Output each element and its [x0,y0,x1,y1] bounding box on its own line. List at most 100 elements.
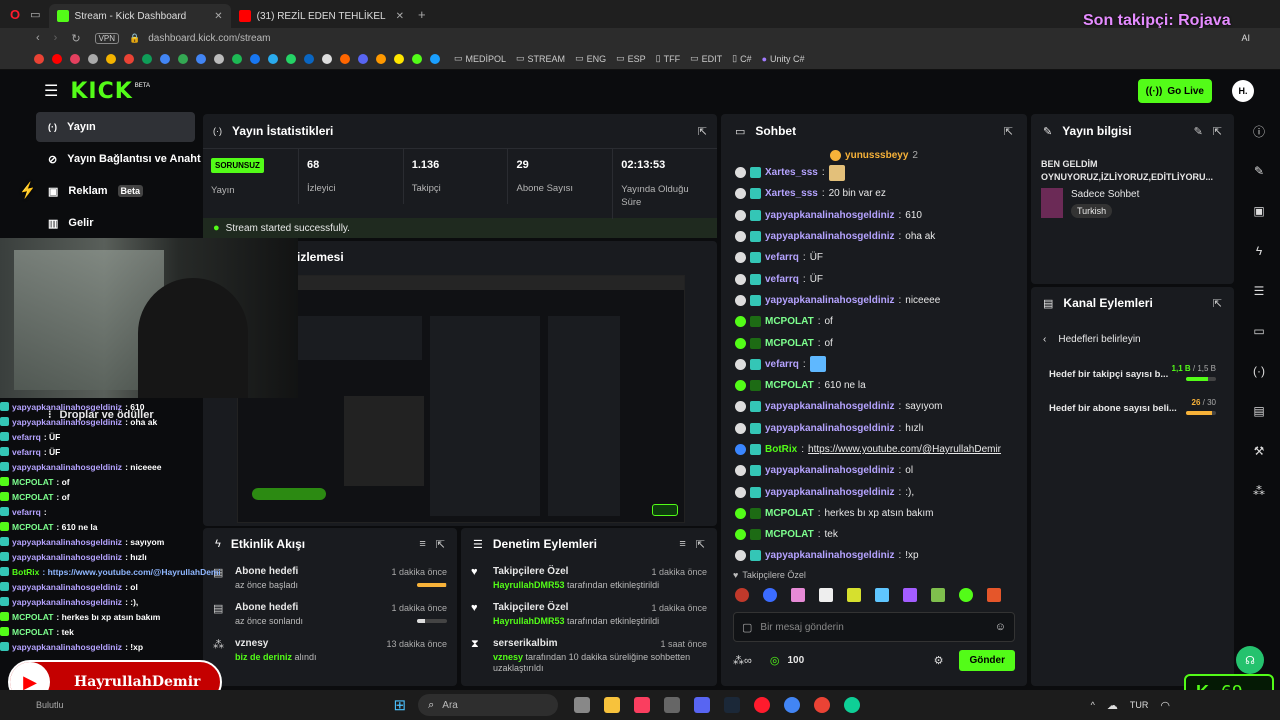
chat-username[interactable]: MCPOLAT [765,508,814,519]
activity-settings-icon[interactable]: ⁂∞ [733,654,752,667]
emote-icon[interactable] [763,588,777,602]
steam-icon[interactable] [724,697,741,713]
instagram-icon[interactable] [70,53,80,64]
task-view-icon[interactable] [574,697,591,713]
tab-list-icon[interactable]: ▭ [30,8,40,21]
emoji-icon[interactable]: ☺ [995,621,1006,633]
chat-username[interactable]: yapyapkanalinahosgeldiniz [765,465,894,476]
edit-icon[interactable]: ✎ [1194,125,1203,138]
emote-icon[interactable] [791,588,805,602]
activity-icon[interactable]: ⁂ [1246,478,1272,504]
send-button[interactable]: Gönder [959,649,1015,671]
category-name[interactable]: Sadece Sohbet [1071,189,1139,200]
stats-icon[interactable]: ▣ [1246,198,1272,224]
tab-youtube[interactable]: (31) REZİL EDEN TEHLİKEL ✕ [231,4,412,28]
discord-icon[interactable] [694,697,711,713]
music-icon[interactable] [634,697,651,713]
chat-username[interactable]: Xartes_sss [765,188,818,199]
drive-icon[interactable] [142,53,152,64]
emote-icon[interactable] [959,588,973,602]
bookmark-icon[interactable] [196,53,206,64]
discord-icon[interactable] [358,53,368,64]
bookmark-icon[interactable] [340,53,350,64]
whatsapp-icon[interactable] [286,53,296,64]
wrench-icon[interactable]: ⚒ [1246,438,1272,464]
back-icon[interactable]: ‹ [36,32,40,44]
sidebar-item-stream[interactable]: (·) Yayın [36,112,195,142]
filter-icon[interactable]: ≡ [419,538,425,550]
close-icon[interactable]: ✕ [214,11,222,22]
bookmark-esp[interactable]: ▭ ESP [616,53,646,64]
url-text[interactable]: dashboard.kick.com/stream [148,33,270,44]
telegram-icon[interactable] [268,53,278,64]
bookmark-stream[interactable]: ▭ STREAM [516,53,565,64]
popout-icon[interactable]: ⇱ [1213,125,1222,138]
go-live-button[interactable]: ((·)) Go Live [1137,79,1212,103]
emote-icon[interactable] [903,588,917,602]
chat-username[interactable]: vefarrq [765,359,799,370]
bookmark-unity[interactable]: ● Unity C# [762,54,805,64]
gemini-icon[interactable] [160,53,170,64]
chat-username[interactable]: MCPOLAT [765,338,814,349]
wifi-icon[interactable]: ◠ [1160,699,1170,712]
avatar[interactable]: H. [1232,80,1254,102]
filter-icon[interactable]: ≡ [679,538,685,550]
bookmark-icon[interactable] [322,53,332,64]
bookmark-tff[interactable]: ▯ TFF [656,53,680,64]
bookmark-icon[interactable] [178,53,188,64]
chat-username[interactable]: vefarrq [765,274,799,285]
emote-icon[interactable] [987,588,1001,602]
bookmark-icon[interactable] [214,53,224,64]
goal-subscribers[interactable]: Hedef bir abone sayısı beli... 26 / 30 [1031,393,1234,423]
chat-username[interactable]: vefarrq [765,252,799,263]
emote-icon[interactable] [875,588,889,602]
list-icon[interactable]: ☰ [1246,278,1272,304]
facebook-icon[interactable] [250,53,260,64]
kick-logo[interactable]: KICK [70,79,132,104]
opera-icon[interactable] [754,697,771,713]
popout-icon[interactable]: ⇱ [1213,297,1222,310]
menu-icon[interactable]: ☰ [44,81,58,101]
bookmark-csharp[interactable]: ▯ C# [732,53,751,64]
settings-icon[interactable]: ⚙ [934,654,944,667]
reload-icon[interactable]: ↻ [71,32,80,45]
chat-username[interactable]: yapyapkanalinahosgeldiniz [765,487,894,498]
chat-username[interactable]: yapyapkanalinahosgeldiniz [765,401,894,412]
emote-icon[interactable] [847,588,861,602]
steam-icon[interactable] [430,53,440,64]
explorer-icon[interactable] [604,697,621,713]
forward-icon[interactable]: › [54,32,58,44]
emote-icon[interactable] [819,588,833,602]
lightning-icon[interactable]: ϟ [1246,238,1272,264]
goals-back[interactable]: ‹ Hedefleri belirleyin [1031,319,1234,359]
goal-followers[interactable]: Hedef bir takipçi sayısı b... 1,1 B / 1,… [1031,359,1234,389]
pinned-user[interactable]: yunusssbeyy [845,150,908,161]
kick-icon[interactable] [412,53,422,64]
bookmark-medipol[interactable]: ▭ MEDİPOL [454,53,506,64]
info-icon[interactable]: ⓘ [1246,118,1272,144]
points-value[interactable]: 100 [787,655,804,666]
chat-input-box[interactable]: ▢ Bir mesaj gönderin ☺ [733,612,1015,642]
language-indicator[interactable]: TUR [1130,700,1149,710]
taskbar-search[interactable]: ⌕ Ara [418,694,559,716]
tray-chevron-icon[interactable]: ^ [1091,700,1095,710]
bookmark-icon[interactable] [376,53,386,64]
bookmark-edit[interactable]: ▭ EDIT [690,53,722,64]
chat-username[interactable]: yapyapkanalinahosgeldiniz [765,210,894,221]
chat-input[interactable]: Bir mesaj gönderin [760,622,986,633]
edge-icon[interactable] [844,697,861,713]
linkedin-icon[interactable] [304,53,314,64]
chat-username[interactable]: MCPOLAT [765,316,814,327]
gmail-icon[interactable] [124,53,134,64]
chat-username[interactable]: MCPOLAT [765,380,814,391]
x-icon[interactable] [88,53,98,64]
chat-username[interactable]: BotRix [765,444,797,455]
chat-icon[interactable]: ▭ [1246,318,1272,344]
chat-username[interactable]: yapyapkanalinahosgeldiniz [765,231,894,242]
chrome-icon[interactable] [784,697,801,713]
ai-label[interactable]: AI [1241,33,1250,43]
chrome-icon[interactable] [814,697,831,713]
popout-icon[interactable]: ⇱ [698,125,707,138]
chat-username[interactable]: yapyapkanalinahosgeldiniz [765,423,894,434]
close-icon[interactable]: ✕ [396,11,404,22]
